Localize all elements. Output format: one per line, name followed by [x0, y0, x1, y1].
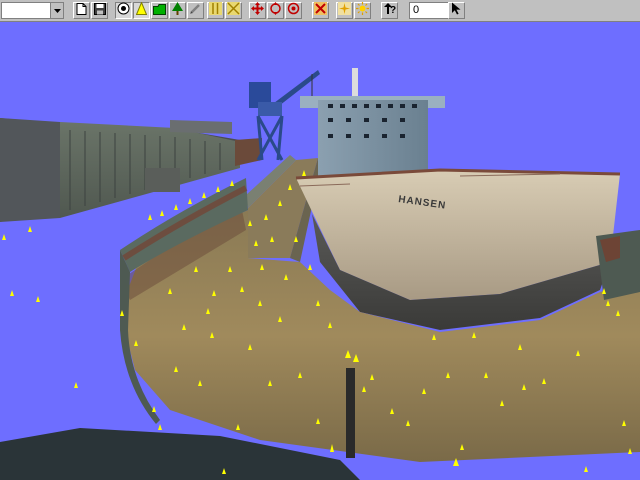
- cross-guide-icon: [227, 1, 240, 20]
- scale-button[interactable]: [285, 2, 302, 19]
- svg-text:?: ?: [390, 5, 396, 15]
- view-mode-button[interactable]: [115, 2, 132, 19]
- help-button[interactable]: ?: [381, 2, 398, 19]
- place-marker-button[interactable]: [133, 0, 150, 20]
- layer-button[interactable]: [151, 2, 168, 19]
- vertical-guides-icon: [209, 1, 222, 20]
- green-folder-icon: [153, 2, 166, 20]
- target-icon: [287, 2, 300, 20]
- move-button[interactable]: [249, 1, 266, 20]
- edit-button[interactable]: [187, 2, 204, 19]
- rotate-arrows-icon: [269, 1, 282, 20]
- green-tree-icon: [171, 1, 184, 20]
- select-pointer-button[interactable]: [448, 2, 465, 19]
- new-button[interactable]: [73, 2, 90, 19]
- sparkle-icon: [338, 1, 351, 20]
- yellow-cone-icon: [135, 0, 148, 20]
- toolbar: ? 0: [0, 0, 640, 22]
- new-document-icon: [76, 2, 87, 20]
- 3d-viewport[interactable]: HANSEN: [0, 22, 640, 480]
- effects-button[interactable]: [336, 1, 353, 20]
- light-button[interactable]: [354, 1, 371, 20]
- cursor-arrow-icon: [451, 2, 462, 20]
- cross-guide-button[interactable]: [225, 1, 242, 20]
- eye-view-icon: [117, 2, 130, 20]
- object-combo-box[interactable]: [1, 2, 64, 19]
- light-icon: [356, 1, 369, 20]
- help-icon: ?: [383, 2, 397, 20]
- delete-x-icon: [314, 1, 327, 20]
- delete-button[interactable]: [312, 1, 329, 20]
- move-arrows-icon: [251, 1, 264, 20]
- rotate-button[interactable]: [267, 1, 284, 20]
- save-button[interactable]: [91, 2, 108, 19]
- chevron-down-icon[interactable]: [50, 3, 63, 18]
- tree-button[interactable]: [169, 1, 186, 20]
- save-icon: [93, 2, 106, 20]
- pencil-icon: [189, 2, 202, 20]
- frame-number-field[interactable]: 0: [409, 2, 449, 19]
- foreground-post: [346, 368, 355, 458]
- guides-button[interactable]: [207, 1, 224, 20]
